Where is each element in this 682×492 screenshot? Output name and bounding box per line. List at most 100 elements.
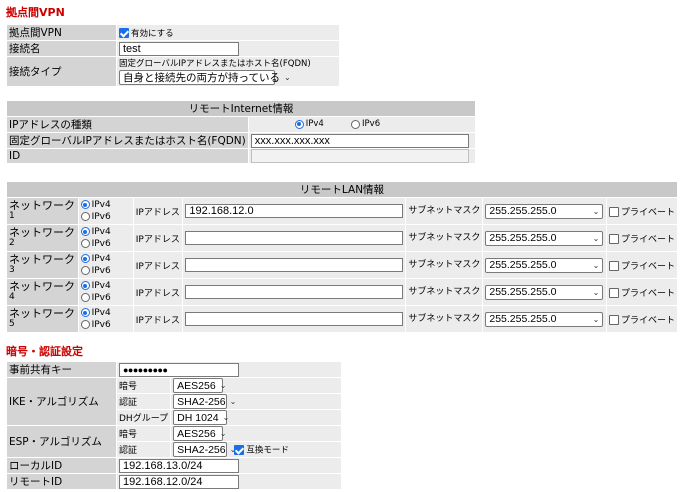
network-ipv6-label: IPv6 bbox=[91, 212, 111, 222]
remote-id-input[interactable]: 192.168.12.0/24 bbox=[119, 474, 239, 489]
network-private-label: プライベート bbox=[620, 261, 675, 272]
network-ip-input[interactable] bbox=[185, 312, 404, 326]
chevron-down-icon: ⌄ bbox=[592, 260, 600, 270]
vpn-enable-checkbox[interactable] bbox=[119, 27, 129, 38]
network-ip-input[interactable] bbox=[185, 258, 404, 272]
conn-name-label: 接続名 bbox=[6, 40, 117, 57]
network-ipv4-label: IPv4 bbox=[91, 227, 111, 237]
network-mask-select[interactable]: 255.255.255.0 ⌄ bbox=[485, 203, 604, 219]
subnet-mask-label: サブネットマスク bbox=[405, 278, 484, 306]
ip-type-ipv6-label: IPv6 bbox=[362, 119, 381, 129]
network-mask-select[interactable]: 255.255.255.0 ⌄ bbox=[485, 284, 604, 300]
id-label: ID bbox=[6, 148, 249, 164]
ip-type-ipv4-radio[interactable] bbox=[294, 119, 304, 129]
conn-type-select[interactable]: 自身と接続先の両方が持っている ⌄ bbox=[119, 70, 291, 85]
network-mask-select[interactable]: 255.255.255.0 ⌄ bbox=[485, 230, 604, 246]
psk-input[interactable]: ●●●●●●●●● bbox=[119, 362, 239, 377]
network-ipv6-radio[interactable] bbox=[80, 293, 90, 302]
chevron-down-icon: ⌄ bbox=[219, 429, 227, 438]
network-ipv4-radio[interactable] bbox=[80, 281, 90, 290]
vpn-section-title: 拠点間VPN bbox=[6, 6, 65, 19]
auth-settings-table: 事前共有キー ●●●●●●●●● IKE・アルゴリズム 暗号 AES256 ⌄ 認… bbox=[6, 361, 342, 490]
ip-type-ipv4-label: IPv4 bbox=[305, 119, 324, 129]
lan-network-row: ネットワーク 4 IPv4 IPv6 IPアドレス サブネットマスク 255.2… bbox=[6, 278, 679, 306]
subnet-mask-label: サブネットマスク bbox=[405, 224, 484, 252]
network-name: ネットワーク bbox=[9, 199, 75, 212]
network-mask-value: 255.255.255.0 bbox=[489, 232, 557, 244]
fqdn-label: 固定グローバルIPアドレスまたはホスト名(FQDN) bbox=[6, 132, 249, 149]
ip-address-label: IPアドレス bbox=[132, 224, 184, 252]
vpn-settings-table: 拠点間VPN 有効にする 接続名 test 接続タイプ 固定グローバルIPアドレ… bbox=[6, 24, 340, 87]
ike-enc-value: AES256 bbox=[177, 379, 216, 392]
network-ipv4-label: IPv4 bbox=[91, 281, 111, 291]
network-number: 5 bbox=[9, 319, 15, 329]
network-ip-input[interactable]: 192.168.12.0 bbox=[185, 204, 404, 218]
network-mask-select[interactable]: 255.255.255.0 ⌄ bbox=[485, 257, 604, 273]
chevron-down-icon: ⌄ bbox=[219, 381, 227, 390]
network-ipv6-radio[interactable] bbox=[80, 266, 90, 275]
chevron-down-icon: ⌄ bbox=[592, 206, 600, 216]
vpn-enable-checkbox-label: 有効にする bbox=[131, 28, 174, 39]
network-ipv4-label: IPv4 bbox=[91, 200, 111, 210]
lan-network-row: ネットワーク 5 IPv4 IPv6 IPアドレス サブネットマスク 255.2… bbox=[6, 305, 679, 333]
network-ip-input[interactable] bbox=[185, 231, 404, 245]
chevron-down-icon: ⌄ bbox=[592, 314, 600, 324]
network-ipv6-radio[interactable] bbox=[80, 212, 90, 221]
ip-type-ipv6-radio[interactable] bbox=[351, 119, 361, 129]
network-private-checkbox[interactable] bbox=[608, 261, 619, 271]
fqdn-input[interactable]: xxx.xxx.xxx.xxx bbox=[250, 133, 469, 148]
network-ipv6-label: IPv6 bbox=[91, 239, 111, 249]
network-private-label: プライベート bbox=[620, 288, 675, 299]
esp-auth-value: SHA2-256 bbox=[177, 443, 226, 456]
network-number: 2 bbox=[9, 238, 15, 248]
network-private-label: プライベート bbox=[620, 315, 675, 326]
network-name: ネットワーク bbox=[9, 226, 75, 239]
compat-mode-label: 互換モード bbox=[246, 445, 289, 456]
esp-enc-select[interactable]: AES256 ⌄ bbox=[173, 426, 226, 441]
network-mask-select[interactable]: 255.255.255.0 ⌄ bbox=[485, 311, 604, 327]
ike-algorithm-label: IKE・アルゴリズム bbox=[6, 377, 117, 426]
auth-section-title: 暗号・認証設定 bbox=[6, 345, 83, 358]
conn-name-input[interactable]: test bbox=[119, 41, 239, 56]
psk-label: 事前共有キー bbox=[6, 361, 117, 378]
chevron-down-icon: ⌄ bbox=[222, 413, 230, 422]
network-ipv4-radio[interactable] bbox=[80, 200, 90, 209]
ip-address-label: IPアドレス bbox=[132, 278, 184, 306]
ike-auth-select[interactable]: SHA2-256 ⌄ bbox=[173, 394, 236, 409]
subnet-mask-label: サブネットマスク bbox=[405, 197, 484, 225]
internet-info-header: リモートInternet情報 bbox=[6, 100, 476, 117]
network-ipv4-radio[interactable] bbox=[80, 308, 90, 317]
ike-auth-label: 認証 bbox=[115, 393, 172, 410]
esp-auth-select[interactable]: SHA2-256 ⌄ bbox=[173, 442, 236, 457]
network-private-checkbox[interactable] bbox=[608, 288, 619, 298]
lan-info-header: リモートLAN情報 bbox=[6, 181, 678, 198]
vpn-enable-label: 拠点間VPN bbox=[6, 24, 117, 41]
network-number: 4 bbox=[9, 292, 15, 302]
chevron-down-icon: ⌄ bbox=[592, 287, 600, 297]
esp-algorithm-label: ESP・アルゴリズム bbox=[6, 425, 117, 458]
local-id-label: ローカルID bbox=[6, 457, 117, 474]
network-private-label: プライベート bbox=[620, 207, 675, 218]
network-mask-value: 255.255.255.0 bbox=[489, 205, 557, 217]
lan-network-row: ネットワーク 2 IPv4 IPv6 IPアドレス サブネットマスク 255.2… bbox=[6, 224, 679, 252]
local-id-input[interactable]: 192.168.13.0/24 bbox=[119, 458, 239, 473]
id-input[interactable] bbox=[250, 149, 469, 163]
ike-enc-select[interactable]: AES256 ⌄ bbox=[173, 378, 226, 393]
compat-mode-checkbox[interactable] bbox=[234, 444, 245, 455]
network-ipv4-radio[interactable] bbox=[80, 254, 90, 263]
network-ipv4-radio[interactable] bbox=[80, 227, 90, 236]
ip-address-label: IPアドレス bbox=[132, 197, 184, 225]
ike-dh-select[interactable]: DH 1024 ⌄ bbox=[173, 410, 230, 425]
network-private-checkbox[interactable] bbox=[608, 207, 619, 217]
ike-auth-value: SHA2-256 bbox=[177, 395, 226, 408]
internet-info-table: リモートInternet情報 IPアドレスの種類 IPv4 IPv6 固定グロー… bbox=[6, 100, 477, 164]
network-ipv6-radio[interactable] bbox=[80, 239, 90, 248]
ike-dh-value: DH 1024 bbox=[177, 411, 219, 424]
esp-auth-label: 認証 bbox=[115, 441, 172, 458]
network-ipv6-radio[interactable] bbox=[80, 320, 90, 329]
subnet-mask-label: サブネットマスク bbox=[405, 251, 484, 279]
network-private-checkbox[interactable] bbox=[608, 315, 619, 325]
network-private-checkbox[interactable] bbox=[608, 234, 619, 244]
network-ipv4-label: IPv4 bbox=[91, 308, 111, 318]
network-ip-input[interactable] bbox=[185, 285, 404, 299]
